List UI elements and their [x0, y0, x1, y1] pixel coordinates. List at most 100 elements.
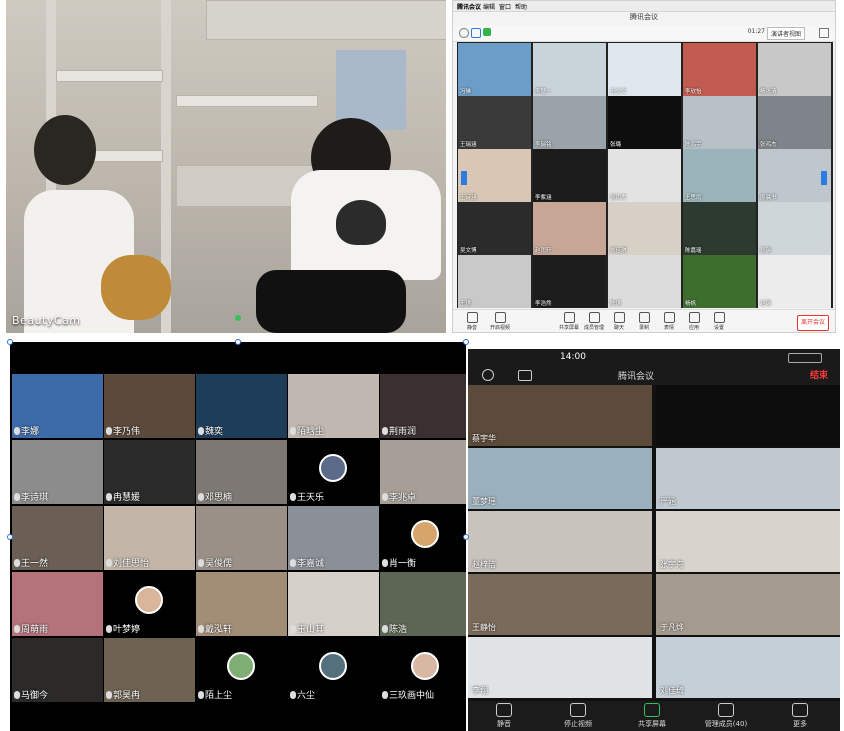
- mobile-video-label: 停止视频: [564, 720, 592, 728]
- menu-window[interactable]: 窗口: [499, 2, 511, 11]
- video-tile[interactable]: 郭昊冉: [104, 638, 195, 702]
- mobile-share-button[interactable]: 共享屏幕: [624, 703, 680, 729]
- shield-icon[interactable]: [471, 28, 481, 38]
- video-tile[interactable]: 严涵: [656, 448, 840, 509]
- resize-handle-top-left[interactable]: [7, 339, 13, 345]
- menu-edit[interactable]: 编辑: [483, 2, 495, 11]
- participant-name: 李紫涵: [535, 195, 552, 201]
- video-tile[interactable]: 周萌雨: [12, 572, 103, 636]
- fullscreen-icon[interactable]: [819, 28, 829, 38]
- chat-button[interactable]: 聊天: [608, 312, 630, 331]
- video-tile[interactable]: 李欣怡: [683, 43, 756, 96]
- video-tile[interactable]: 李紫涵: [533, 149, 606, 202]
- video-tile[interactable]: 陈鸿宇: [683, 96, 756, 149]
- video-tile[interactable]: 李浩然: [533, 255, 606, 308]
- record-icon: [638, 312, 650, 323]
- video-tile[interactable]: 董梦瑶: [468, 448, 652, 509]
- video-tile[interactable]: 荆雨润: [380, 374, 466, 438]
- apps-button[interactable]: 应用: [683, 312, 705, 331]
- resize-handle-top[interactable]: [235, 339, 241, 345]
- video-tile[interactable]: 王天乐: [288, 440, 379, 504]
- video-tile[interactable]: 马御今: [12, 638, 103, 702]
- menu-help[interactable]: 帮助: [515, 2, 527, 11]
- video-tile[interactable]: 冉慧媛: [104, 440, 195, 504]
- video-tile[interactable]: 陈嘉瑶: [683, 202, 756, 255]
- menu-app[interactable]: 腾讯会议: [457, 2, 481, 11]
- speaker-icon[interactable]: [482, 369, 494, 381]
- participant-name: 邓思楠: [198, 490, 232, 503]
- video-tile[interactable]: [656, 385, 840, 446]
- mobile-more-button[interactable]: 更多: [772, 703, 828, 729]
- video-tile[interactable]: 李慧一: [533, 43, 606, 96]
- video-tile[interactable]: 李诗琪: [12, 440, 103, 504]
- mobile-video-button[interactable]: 停止视频: [550, 703, 606, 729]
- resize-handle-top-right[interactable]: [463, 339, 469, 345]
- record-button[interactable]: 录制: [633, 312, 655, 331]
- video-tile[interactable]: 三玖画中仙: [380, 638, 466, 702]
- signal-icon[interactable]: [483, 28, 491, 36]
- video-tile[interactable]: 杨帆: [683, 255, 756, 308]
- settings-button[interactable]: 设置: [708, 312, 730, 331]
- video-tile[interactable]: 陌上尘: [196, 638, 287, 702]
- video-tile[interactable]: 赵瑞: [758, 255, 831, 308]
- video-tile[interactable]: 张宇舟: [656, 511, 840, 572]
- video-tile[interactable]: 李翔: [468, 637, 652, 698]
- video-tile[interactable]: 王琪: [458, 255, 531, 308]
- video-tile[interactable]: 吴俊儒: [196, 506, 287, 570]
- rotate-handle[interactable]: [235, 315, 241, 321]
- video-tile[interactable]: 张瑞: [758, 202, 831, 255]
- video-tile[interactable]: 王诗涵: [458, 149, 531, 202]
- mobile-members-button[interactable]: 管理成员(40): [698, 703, 754, 729]
- share-screen-button[interactable]: 共享屏幕: [558, 312, 580, 331]
- participant-name: 冉慧媛: [106, 490, 140, 503]
- video-tile[interactable]: 叶梦婷: [104, 572, 195, 636]
- video-tile[interactable]: 张鸿杰: [758, 96, 831, 149]
- video-tile[interactable]: 陈浩: [380, 572, 466, 636]
- next-page-arrow[interactable]: [821, 171, 827, 185]
- video-tile[interactable]: 赵雨轩: [533, 202, 606, 255]
- video-tile[interactable]: 李兆卓: [380, 440, 466, 504]
- video-tile[interactable]: 张璐: [608, 96, 681, 149]
- info-icon[interactable]: [459, 28, 469, 38]
- video-tile[interactable]: 李娜: [12, 374, 103, 438]
- video-tile[interactable]: 蔡宇华: [468, 385, 652, 446]
- layout-selector[interactable]: 演讲者视图: [766, 27, 805, 40]
- video-tile[interactable]: 冯琳: [458, 43, 531, 96]
- video-tile[interactable]: 玉山其: [288, 572, 379, 636]
- video-tile[interactable]: 六尘: [288, 638, 379, 702]
- mobile-mute-button[interactable]: 静音: [476, 703, 532, 729]
- members-button[interactable]: 成员管理: [583, 312, 605, 331]
- video-tile[interactable]: 王瑞涵: [458, 96, 531, 149]
- video-tile[interactable]: 邓思楠: [196, 440, 287, 504]
- video-tile[interactable]: 陈琪: [608, 255, 681, 308]
- video-tile[interactable]: 刘佳思怡: [104, 506, 195, 570]
- reactions-button[interactable]: 表情: [658, 312, 680, 331]
- video-tile[interactable]: 于凡烨: [656, 574, 840, 635]
- video-tile[interactable]: 李乃伟: [104, 374, 195, 438]
- video-tile[interactable]: 张雨杰: [608, 149, 681, 202]
- video-tile[interactable]: 肖一衡: [380, 506, 466, 570]
- video-tile[interactable]: 刘佳琦: [656, 637, 840, 698]
- prev-page-arrow[interactable]: [461, 171, 467, 185]
- video-tile[interactable]: 吴文博: [458, 202, 531, 255]
- video-tile[interactable]: 刘佳琪: [608, 202, 681, 255]
- video-tile[interactable]: 戴泓轩: [196, 572, 287, 636]
- video-tile[interactable]: 李嘉诚: [288, 506, 379, 570]
- switch-camera-icon[interactable]: [518, 370, 532, 381]
- video-tile[interactable]: 魏奕: [196, 374, 287, 438]
- video-tile[interactable]: 王静怡: [468, 574, 652, 635]
- leave-meeting-button[interactable]: 离开会议: [797, 315, 829, 331]
- resize-handle-right[interactable]: [463, 534, 469, 540]
- video-tile[interactable]: 王一然: [12, 506, 103, 570]
- video-tile[interactable]: 王思雨: [683, 149, 756, 202]
- video-tile[interactable]: 赵梓洁: [468, 511, 652, 572]
- video-tile[interactable]: 王立文: [608, 43, 681, 96]
- mute-button[interactable]: 静音: [461, 312, 483, 331]
- participant-name: 李瑞铭: [535, 142, 552, 148]
- end-meeting-button[interactable]: 结束: [810, 368, 828, 381]
- video-tile[interactable]: 李瑞铭: [533, 96, 606, 149]
- resize-handle-left[interactable]: [7, 534, 13, 540]
- video-tile[interactable]: 陌晗尘: [288, 374, 379, 438]
- video-tile[interactable]: 杨冰清: [758, 43, 831, 96]
- video-button[interactable]: 开启视频: [489, 312, 511, 331]
